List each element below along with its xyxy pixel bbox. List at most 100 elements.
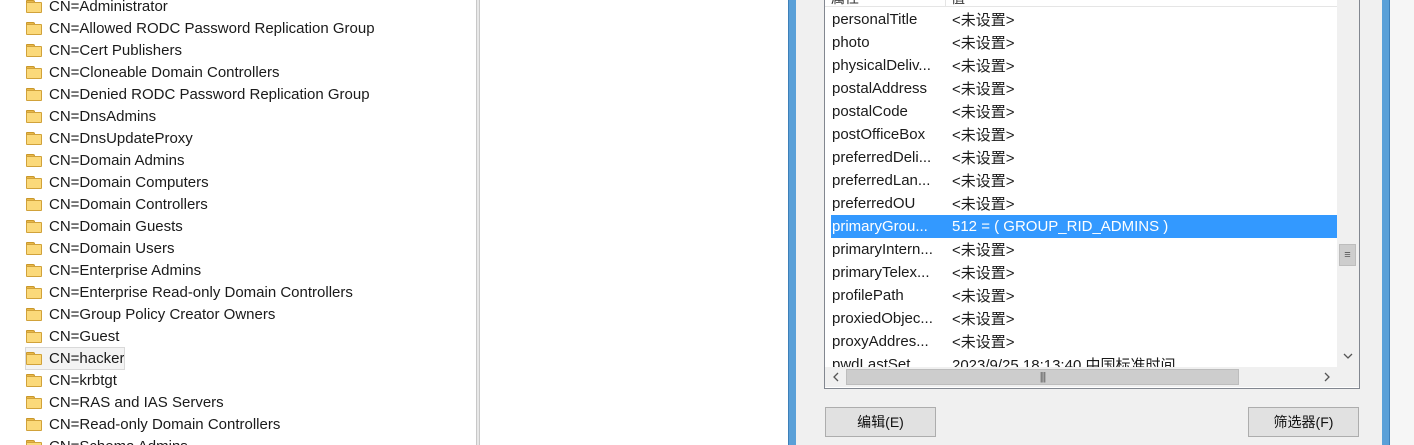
chevron-up-icon[interactable] <box>1337 0 1359 14</box>
tree-item[interactable]: CN=Domain Users <box>26 238 174 259</box>
tree-item-label: CN=DnsAdmins <box>49 108 157 125</box>
tree-item[interactable]: CN=Domain Admins <box>26 150 184 171</box>
tree-item-label: CN=Group Policy Creator Owners <box>49 306 276 323</box>
attribute-row[interactable]: preferredDeli... <未设置> <box>831 146 1337 169</box>
tree-item[interactable]: CN=krbtgt <box>26 370 117 391</box>
folder-icon <box>26 440 42 445</box>
chevron-down-icon[interactable] <box>1337 345 1359 367</box>
tree-item-label: CN=Cloneable Domain Controllers <box>49 64 280 81</box>
folder-icon <box>26 242 42 255</box>
chevron-left-icon[interactable] <box>825 367 845 387</box>
folder-icon <box>26 396 42 409</box>
tree-item[interactable]: CN=Read-only Domain Controllers <box>26 414 280 435</box>
tree-item[interactable]: CN=Domain Guests <box>26 216 183 237</box>
scrollbar-corner <box>1337 367 1359 387</box>
attribute-row[interactable]: primaryIntern... <未设置> <box>831 238 1337 261</box>
column-divider[interactable] <box>945 0 946 6</box>
chevron-right-icon[interactable] <box>1317 367 1337 387</box>
attribute-list[interactable]: 属性 值 personalTitle<未设置>photo<未设置>physica… <box>824 0 1360 389</box>
attribute-value: <未设置> <box>952 104 1015 121</box>
column-header-value[interactable]: 值 <box>951 0 965 8</box>
tree-item-label: CN=Domain Guests <box>49 218 183 235</box>
folder-icon <box>26 220 42 233</box>
attribute-value: <未设置> <box>952 334 1015 351</box>
tree-item[interactable]: CN=Cert Publishers <box>26 40 182 61</box>
attribute-value: 512 = ( GROUP_RID_ADMINS ) <box>952 218 1169 235</box>
attribute-name: postOfficeBox <box>832 126 926 143</box>
attribute-name: preferredDeli... <box>832 149 932 166</box>
attribute-row[interactable]: preferredLan... <未设置> <box>831 169 1337 192</box>
folder-icon <box>26 110 42 123</box>
dialog-left-border <box>788 0 796 445</box>
attribute-value: <未设置> <box>952 150 1015 167</box>
attribute-name: proxiedObjec... <box>832 310 933 327</box>
tree-item[interactable]: CN=Domain Controllers <box>26 194 208 215</box>
tree-item-label: CN=Guest <box>49 328 120 345</box>
tree-item[interactable]: CN=Allowed RODC Password Replication Gro… <box>26 18 375 39</box>
column-header-attribute[interactable]: 属性 <box>831 0 859 8</box>
tree-item[interactable]: CN=Enterprise Read-only Domain Controlle… <box>26 282 353 303</box>
attribute-name: primaryIntern... <box>832 241 933 258</box>
horizontal-scroll-thumb[interactable]: ||| <box>846 369 1239 385</box>
attribute-row[interactable]: primaryGrou... 512 = ( GROUP_RID_ADMINS ) <box>831 215 1337 238</box>
tree-item[interactable]: CN=DnsUpdateProxy <box>26 128 193 149</box>
tree-item-label: CN=Domain Users <box>49 240 175 257</box>
tree-item[interactable]: CN=Administrator <box>26 0 168 17</box>
attribute-name: proxyAddres... <box>832 333 929 350</box>
tree-item-label: CN=Administrator <box>49 0 168 15</box>
attribute-value: <未设置> <box>952 242 1015 259</box>
tree-item[interactable]: CN=Cloneable Domain Controllers <box>26 62 280 83</box>
tree-item-label: CN=DnsUpdateProxy <box>49 130 193 147</box>
tree-item[interactable]: CN=Domain Computers <box>26 172 209 193</box>
tree-item[interactable]: CN=Group Policy Creator Owners <box>26 304 275 325</box>
attribute-row[interactable]: personalTitle <未设置> <box>831 8 1337 31</box>
attribute-name: postalCode <box>832 103 908 120</box>
attribute-row[interactable]: primaryTelex... <未设置> <box>831 261 1337 284</box>
tree-item-label: CN=Domain Controllers <box>49 196 208 213</box>
edit-button[interactable]: 编辑(E) <box>825 407 936 437</box>
horizontal-scrollbar[interactable]: ||| <box>825 367 1337 387</box>
attribute-row[interactable]: proxiedObjec... <未设置> <box>831 307 1337 330</box>
attribute-name: preferredOU <box>832 195 916 212</box>
folder-icon <box>26 88 42 101</box>
vertical-scroll-thumb[interactable]: ≡ <box>1339 244 1356 266</box>
tree-item[interactable]: CN=Enterprise Admins <box>26 260 201 281</box>
folder-icon <box>26 418 42 431</box>
tree-item-label: CN=Allowed RODC Password Replication Gro… <box>49 20 375 37</box>
folder-icon <box>26 176 42 189</box>
tree-item[interactable]: CN=DnsAdmins <box>26 106 156 127</box>
attribute-row[interactable]: photo <未设置> <box>831 31 1337 54</box>
attribute-row[interactable]: proxyAddres... <未设置> <box>831 330 1337 353</box>
vertical-scrollbar[interactable]: ≡ <box>1337 0 1359 367</box>
tree-item[interactable]: CN=Denied RODC Password Replication Grou… <box>26 84 370 105</box>
attribute-row[interactable]: physicalDeliv... <未设置> <box>831 54 1337 77</box>
folder-icon <box>26 22 42 35</box>
tree-item-label: CN=krbtgt <box>49 372 117 389</box>
attribute-row[interactable]: postalCode <未设置> <box>831 100 1337 123</box>
attribute-row[interactable]: preferredOU <未设置> <box>831 192 1337 215</box>
attribute-value: <未设置> <box>952 12 1015 29</box>
tree-item[interactable]: CN=Schema Admins <box>26 436 188 445</box>
tree-item[interactable]: CN=hacker <box>24 347 126 370</box>
tree-item-label: CN=Enterprise Read-only Domain Controlle… <box>49 284 353 301</box>
tree-item[interactable]: CN=RAS and IAS Servers <box>26 392 224 413</box>
filter-button[interactable]: 筛选器(F) <box>1248 407 1359 437</box>
folder-icon <box>26 308 42 321</box>
attribute-name: primaryGrou... <box>832 218 928 235</box>
tree-item-label: CN=RAS and IAS Servers <box>49 394 224 411</box>
folder-icon <box>26 154 42 167</box>
folder-icon <box>26 198 42 211</box>
tree-item-label: CN=Cert Publishers <box>49 42 182 59</box>
tree-item-label: CN=Read-only Domain Controllers <box>49 416 281 433</box>
attribute-row[interactable]: profilePath <未设置> <box>831 284 1337 307</box>
attribute-row[interactable]: postalAddress <未设置> <box>831 77 1337 100</box>
attribute-name: personalTitle <box>832 11 918 28</box>
folder-icon <box>26 352 42 365</box>
attribute-value: <未设置> <box>952 58 1015 75</box>
attribute-value: <未设置> <box>952 127 1015 144</box>
attribute-row[interactable]: postOfficeBox <未设置> <box>831 123 1337 146</box>
tree-item[interactable]: CN=Guest <box>26 326 119 347</box>
background-window <box>1390 0 1414 445</box>
attribute-name: postalAddress <box>832 80 928 97</box>
attribute-value: <未设置> <box>952 35 1015 52</box>
